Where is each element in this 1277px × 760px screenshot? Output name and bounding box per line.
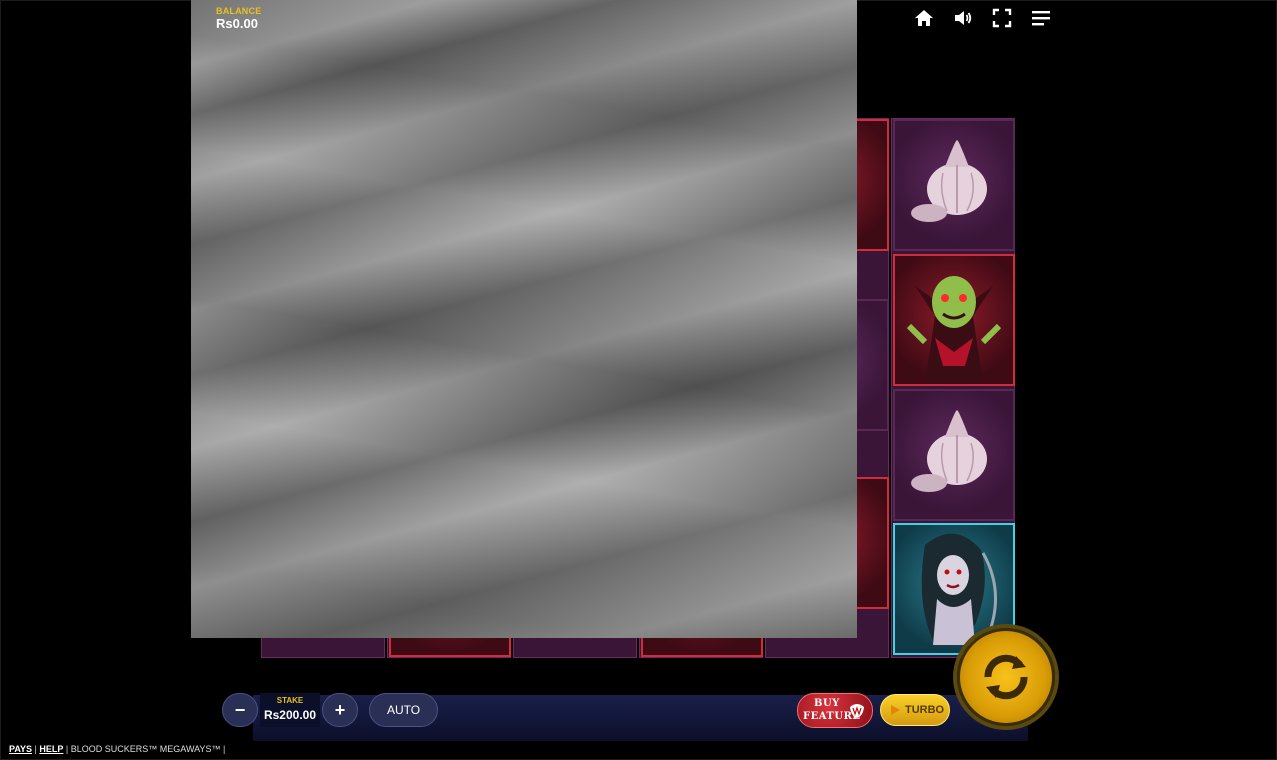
fangs-icon [850, 704, 864, 718]
garlic-symbol [893, 119, 1015, 251]
top-toolbar [912, 6, 1053, 30]
vampire-count-symbol [893, 254, 1015, 386]
turbo-button[interactable]: TURBO [880, 694, 950, 726]
loading-cloth-overlay [191, 0, 857, 638]
increase-stake-button[interactable]: + [322, 693, 358, 727]
garlic-symbol [893, 389, 1015, 521]
spin-arrows-icon [984, 654, 1028, 700]
footer-links: PAYS | HELP | BLOOD SUCKERS™ MEGAWAYS™ | [9, 744, 226, 754]
sound-icon[interactable] [951, 6, 975, 30]
menu-icon[interactable] [1029, 6, 1053, 30]
spin-button[interactable] [957, 628, 1055, 726]
autoplay-button[interactable]: AUTO [369, 693, 438, 727]
balance-label: BALANCE [216, 6, 262, 16]
buy-feature-button[interactable]: BUY FEATURE [797, 693, 873, 728]
stake-display: STAKE Rs200.00 [260, 693, 320, 727]
reel-6 [891, 118, 1015, 658]
home-icon[interactable] [912, 6, 936, 30]
stake-value: Rs200.00 [263, 708, 317, 722]
fullscreen-icon[interactable] [990, 6, 1014, 30]
help-link[interactable]: HELP [39, 744, 63, 754]
stake-selector: − STAKE Rs200.00 + [222, 693, 360, 727]
buy-feature-label-line1: BUY [814, 698, 840, 709]
balance-value: Rs0.00 [216, 16, 258, 31]
decrease-stake-button[interactable]: − [222, 693, 258, 727]
game-title: BLOOD SUCKERS™ MEGAWAYS™ [70, 744, 221, 754]
stake-label: STAKE [276, 696, 304, 705]
pays-link[interactable]: PAYS [9, 744, 32, 754]
turbo-arrow-icon [891, 705, 900, 715]
turbo-label: TURBO [905, 704, 945, 716]
balance-display: BALANCE Rs0.00 [216, 6, 261, 31]
